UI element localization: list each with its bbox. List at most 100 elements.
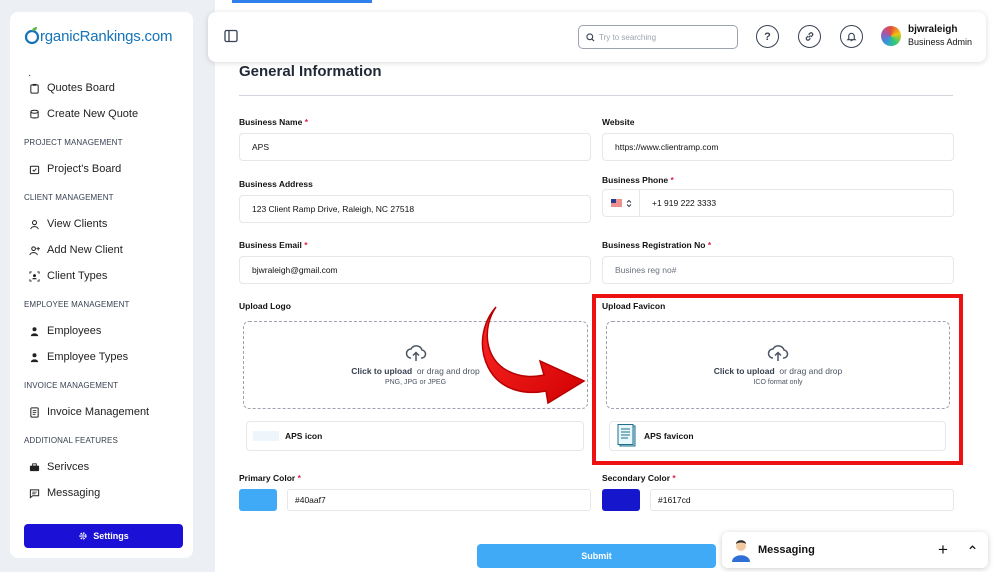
sidebar-item-label: Serivces bbox=[47, 461, 90, 473]
active-tab-indicator bbox=[232, 0, 372, 3]
sidebar-item-label: Client Types bbox=[47, 270, 108, 282]
briefcase-icon bbox=[28, 461, 40, 473]
logo-formats-text: PNG, JPG or JPEG bbox=[384, 379, 447, 386]
website-label: Website bbox=[602, 117, 635, 127]
business-email-field[interactable]: bjwraleigh@gmail.com bbox=[239, 256, 591, 284]
user-menu[interactable]: bjwraleigh Business Admin bbox=[881, 24, 972, 47]
top-header: ? bjwraleigh Business Admin bbox=[208, 12, 986, 62]
business-email-label: Business Email * bbox=[239, 240, 308, 250]
country-code-select[interactable] bbox=[602, 189, 640, 217]
invoice-icon bbox=[28, 406, 40, 418]
us-flag-icon bbox=[610, 199, 622, 207]
search-box[interactable] bbox=[578, 25, 738, 49]
submit-button[interactable]: Submit bbox=[477, 544, 716, 568]
section-employee-management: EMPLOYEE MANAGEMENT bbox=[24, 300, 130, 309]
section-invoice-management: INVOICE MANAGEMENT bbox=[24, 381, 119, 390]
annotation-arrow-icon bbox=[481, 306, 586, 405]
secondary-color-label: Secondary Color * bbox=[602, 473, 676, 483]
bell-icon bbox=[846, 32, 857, 42]
messaging-title: Messaging bbox=[758, 544, 815, 556]
sidebar-item-quotes-board[interactable]: Quotes Board bbox=[28, 82, 115, 94]
secondary-color-field[interactable]: #1617cd bbox=[650, 489, 954, 511]
user-plus-icon bbox=[28, 244, 40, 256]
registration-no-label: Business Registration No * bbox=[602, 240, 712, 250]
support-avatar-icon bbox=[732, 540, 750, 562]
business-name-label: Business Name * bbox=[239, 117, 308, 127]
highlight-box bbox=[592, 294, 963, 465]
click-to-upload-link[interactable]: Click to upload bbox=[351, 366, 412, 376]
search-input[interactable] bbox=[599, 32, 729, 42]
chevron-up-icon[interactable] bbox=[968, 543, 977, 552]
sidebar-item-label: Project's Board bbox=[47, 163, 122, 175]
help-icon: ? bbox=[764, 30, 771, 43]
notifications-button[interactable] bbox=[840, 25, 863, 48]
sidebar-item-services[interactable]: Serivces bbox=[28, 461, 89, 473]
secondary-color-swatch[interactable] bbox=[602, 489, 640, 511]
nav-dot: · bbox=[28, 70, 32, 81]
chat-icon bbox=[28, 487, 40, 499]
settings-label: Settings bbox=[93, 531, 129, 541]
sidebar-item-label: View Clients bbox=[47, 218, 108, 230]
avatar bbox=[881, 25, 901, 46]
person-icon bbox=[28, 325, 40, 337]
sidebar-item-invoice-management[interactable]: Invoice Management bbox=[28, 406, 149, 418]
business-phone-label: Business Phone * bbox=[602, 175, 674, 185]
sidebar: rganicRankings.com · Quotes Board Create… bbox=[10, 12, 193, 558]
user-role: Business Admin bbox=[908, 37, 973, 47]
user-frame-icon bbox=[28, 270, 40, 282]
website-field[interactable]: https://www.clientramp.com bbox=[602, 133, 954, 161]
chevron-updown-icon bbox=[626, 199, 631, 207]
sidebar-toggle-icon[interactable] bbox=[224, 29, 238, 48]
sidebar-item-label: Create New Quote bbox=[47, 108, 139, 120]
messaging-widget[interactable]: Messaging + bbox=[722, 532, 988, 568]
primary-color-swatch[interactable] bbox=[239, 489, 277, 511]
drag-drop-text: or drag and drop bbox=[416, 366, 480, 376]
divider bbox=[239, 95, 953, 96]
sidebar-item-label: Quotes Board bbox=[47, 82, 115, 94]
sidebar-item-client-types[interactable]: Client Types bbox=[28, 270, 107, 282]
sidebar-item-messaging[interactable]: Messaging bbox=[28, 487, 100, 499]
primary-color-label: Primary Color * bbox=[239, 473, 301, 483]
sidebar-item-projects-board[interactable]: Project's Board bbox=[28, 163, 121, 175]
logo-thumbnail bbox=[253, 431, 279, 441]
sidebar-item-view-clients[interactable]: View Clients bbox=[28, 218, 107, 230]
page-title: General Information bbox=[239, 63, 382, 80]
link-icon bbox=[805, 32, 814, 41]
main-panel bbox=[215, 0, 1000, 572]
logo-file-name: APS icon bbox=[285, 431, 323, 441]
database-icon bbox=[28, 108, 40, 120]
clipboard-icon bbox=[28, 82, 40, 94]
section-client-management: CLIENT MANAGEMENT bbox=[24, 193, 114, 202]
business-phone-field[interactable]: +1 919 222 3333 bbox=[639, 189, 954, 217]
sidebar-item-employee-types[interactable]: Employee Types bbox=[28, 351, 128, 363]
link-button[interactable] bbox=[798, 25, 821, 48]
logo-mark-icon bbox=[24, 27, 40, 45]
help-button[interactable]: ? bbox=[756, 25, 779, 48]
section-project-management: PROJECT MANAGEMENT bbox=[24, 138, 123, 147]
brand-logo[interactable]: rganicRankings.com bbox=[24, 26, 172, 46]
sidebar-item-employees[interactable]: Employees bbox=[28, 325, 101, 337]
business-address-label: Business Address bbox=[239, 179, 313, 189]
sidebar-item-label: Employee Types bbox=[47, 351, 129, 363]
upload-cloud-icon bbox=[405, 345, 426, 361]
user-name: bjwraleigh bbox=[908, 24, 958, 35]
sidebar-item-label: Messaging bbox=[47, 487, 101, 499]
sidebar-item-label: Employees bbox=[47, 325, 102, 337]
upload-logo-label: Upload Logo bbox=[239, 301, 291, 311]
sidebar-item-add-client[interactable]: Add New Client bbox=[28, 244, 123, 256]
primary-color-field[interactable]: #40aaf7 bbox=[287, 489, 591, 511]
settings-button[interactable]: Settings bbox=[24, 524, 183, 548]
registration-no-field[interactable]: Busines reg no# bbox=[602, 256, 954, 284]
sidebar-item-label: Invoice Management bbox=[47, 406, 150, 418]
section-additional-features: ADDITIONAL FEATURES bbox=[24, 436, 118, 445]
logo-file-card[interactable]: APS icon bbox=[246, 421, 584, 451]
business-name-field[interactable]: APS bbox=[239, 133, 591, 161]
calendar-icon bbox=[28, 163, 40, 175]
business-address-field[interactable]: 123 Client Ramp Drive, Raleigh, NC 27518 bbox=[239, 195, 591, 223]
new-message-plus-icon[interactable]: + bbox=[938, 540, 948, 560]
gear-icon bbox=[79, 532, 87, 540]
search-icon bbox=[586, 32, 595, 41]
sidebar-item-create-quote[interactable]: Create New Quote bbox=[28, 108, 138, 120]
logo-text: rganicRankings.com bbox=[40, 27, 173, 45]
user-icon bbox=[28, 218, 40, 230]
